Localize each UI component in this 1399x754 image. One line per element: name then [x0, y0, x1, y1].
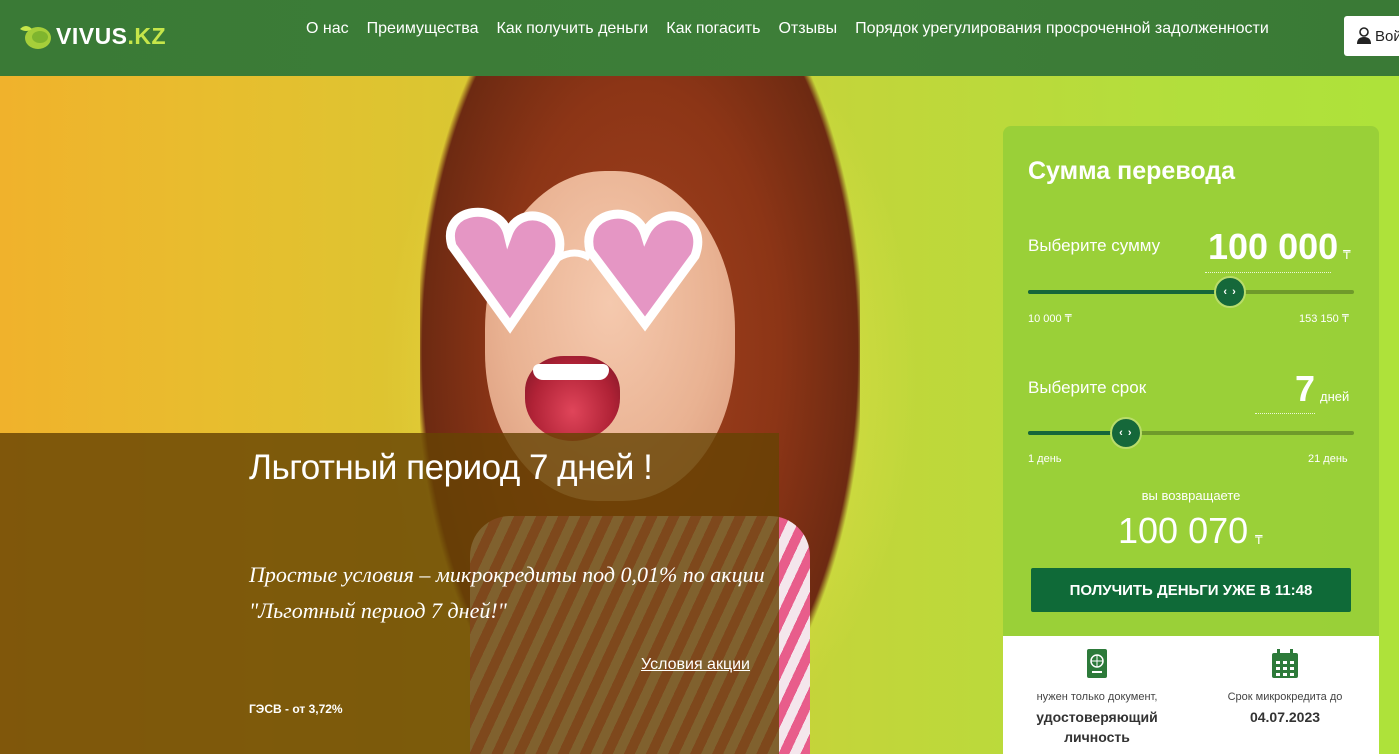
nav-advantages[interactable]: Преимущества [367, 19, 479, 39]
info-term-line1: Срок микрокредита до [1227, 691, 1343, 703]
heart-glasses-image [445, 207, 703, 334]
promo-subtitle: Простые условия – микрокредиты под 0,01%… [249, 562, 765, 623]
term-unit: дней [1320, 389, 1350, 404]
calculator-title: Сумма перевода [1028, 157, 1236, 185]
term-slider-handle[interactable]: ‹ › [1109, 417, 1142, 449]
nav-how-to-get[interactable]: Как получить деньги [496, 19, 648, 39]
return-value: 100 070 [1118, 510, 1249, 551]
info-document: нужен только документ, удостоверяющий ли… [1003, 636, 1191, 747]
term-max: 21 день [1308, 453, 1348, 465]
site-header: VIVUS.KZ О нас Преимущества Как получить… [0, 0, 1399, 76]
main-nav: О нас Преимущества Как получить деньги К… [306, 19, 1287, 39]
term-min: 1 день [1028, 453, 1062, 465]
term-value[interactable]: 7 [1295, 368, 1315, 410]
promo-rate: ГЭСВ - от 3,72% [249, 702, 343, 716]
amount-slider-handle[interactable]: ‹ › [1214, 276, 1247, 308]
hero-photo-teeth [533, 364, 609, 380]
info-term: Срок микрокредита до 04.07.2023 [1191, 636, 1379, 727]
amount-value[interactable]: 100 000 [1208, 226, 1338, 268]
leaf-logo-icon [18, 21, 52, 51]
term-slider[interactable] [1028, 431, 1354, 435]
info-term-line2: 04.07.2023 [1249, 709, 1321, 725]
promo-title: Льготный период 7 дней ! [249, 448, 653, 487]
login-button[interactable]: Вой [1344, 16, 1399, 56]
amount-min: 10 000 ₸ [1028, 313, 1072, 325]
login-label: Вой [1375, 27, 1399, 45]
logo-suffix: .KZ [127, 22, 167, 49]
calculator-info: нужен только документ, удостоверяющий ли… [1003, 636, 1379, 754]
logo[interactable]: VIVUS.KZ [18, 20, 166, 52]
loan-calculator: Сумма перевода Выберите сумму 100 000 ₸ … [1003, 126, 1379, 636]
nav-how-to-repay[interactable]: Как погасить [666, 19, 760, 39]
term-label: Выберите срок [1028, 378, 1147, 397]
passport-icon [1087, 649, 1107, 678]
nav-reviews[interactable]: Отзывы [778, 19, 837, 39]
nav-about[interactable]: О нас [306, 19, 349, 39]
return-label: вы возвращаете [1141, 488, 1241, 503]
promo-terms-link[interactable]: Условия акции [641, 656, 750, 674]
amount-currency: ₸ [1343, 248, 1351, 262]
return-currency: ₸ [1255, 533, 1263, 547]
user-icon [1357, 27, 1371, 44]
amount-label: Выберите сумму [1028, 236, 1161, 255]
nav-debt-settlement[interactable]: Порядок урегулирования просроченной задо… [855, 19, 1269, 39]
info-document-line1: нужен только документ, [1036, 691, 1158, 703]
amount-underline [1205, 272, 1331, 273]
get-money-button[interactable]: ПОЛУЧИТЬ ДЕНЬГИ УЖЕ В 11:48 [1031, 568, 1351, 612]
logo-main: VIVUS [56, 22, 128, 49]
calendar-icon [1272, 649, 1298, 678]
logo-text: VIVUS.KZ [56, 23, 166, 50]
amount-slider-fill [1028, 290, 1231, 294]
amount-slider[interactable] [1028, 290, 1354, 294]
amount-max: 153 150 ₸ [1299, 313, 1349, 325]
info-document-line2: удостоверяющий личность [1036, 709, 1158, 745]
term-underline [1255, 413, 1315, 414]
